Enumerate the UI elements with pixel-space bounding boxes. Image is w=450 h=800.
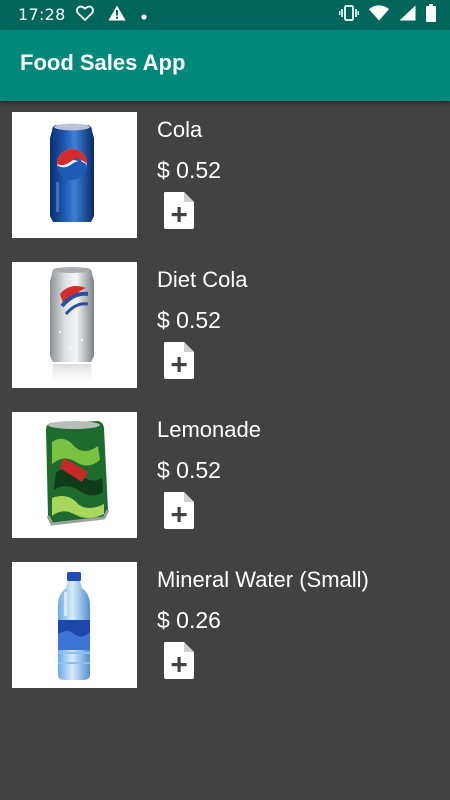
warning-icon [108,5,126,25]
add-to-cart-button[interactable] [162,340,196,380]
status-left-icons [76,4,148,26]
heart-outline-icon [76,5,94,25]
note-add-icon [164,492,194,529]
add-to-cart-button[interactable] [162,490,196,530]
status-bar: 17:28 [0,0,450,30]
product-name: Cola [157,117,203,142]
product-name: Lemonade [157,417,261,442]
product-price: $ 0.52 [157,307,221,333]
product-price: $ 0.26 [157,607,221,633]
product-item-cola[interactable]: Cola $ 0.52 [0,101,450,251]
add-to-cart-button[interactable] [162,190,196,230]
cola-can-image [12,112,137,238]
product-price: $ 0.52 [157,157,221,183]
lemonade-can-image [12,412,137,538]
product-list[interactable]: Cola $ 0.52 Diet Cola $ 0.52 Lemonade $ … [0,101,450,800]
vibrate-icon [339,5,359,25]
diet-cola-can-image [12,262,137,388]
product-name: Mineral Water (Small) [157,567,369,592]
product-item-lemonade[interactable]: Lemonade $ 0.52 [0,401,450,551]
battery-icon [426,4,436,26]
product-price: $ 0.52 [157,457,221,483]
note-add-icon [164,192,194,229]
product-item-mineral-water[interactable]: Mineral Water (Small) $ 0.26 [0,551,450,701]
product-name: Diet Cola [157,267,248,292]
water-bottle-image [12,562,137,688]
signal-icon [399,5,416,25]
status-time: 17:28 [18,5,66,24]
app-title: Food Sales App [20,50,186,75]
dot-icon [140,6,148,25]
wifi-icon [369,5,389,25]
product-item-diet-cola[interactable]: Diet Cola $ 0.52 [0,251,450,401]
note-add-icon [164,342,194,379]
note-add-icon [164,642,194,679]
add-to-cart-button[interactable] [162,640,196,680]
app-bar: Food Sales App [0,30,450,101]
status-right-icons [339,4,436,26]
